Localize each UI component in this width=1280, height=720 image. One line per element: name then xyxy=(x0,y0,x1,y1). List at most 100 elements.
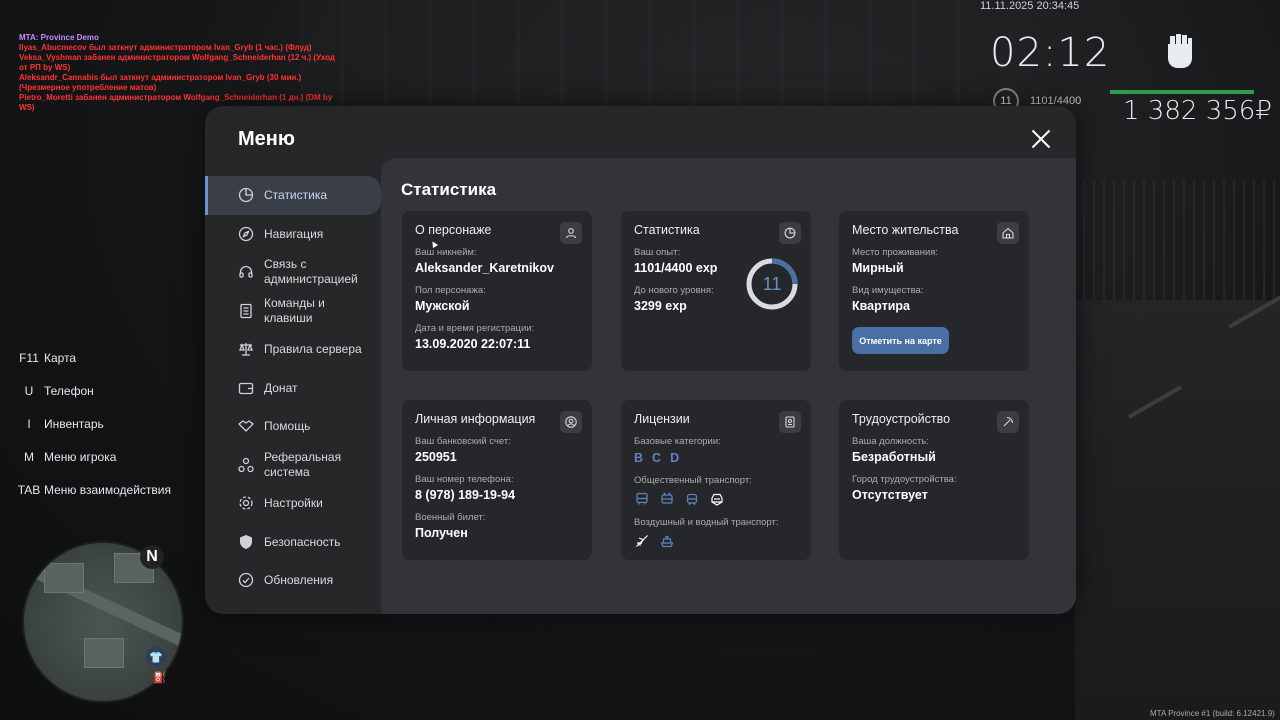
card-personal: Личная информация Ваш банковский счет: 2… xyxy=(402,400,592,560)
mark-on-map-button[interactable]: Отметить на карте xyxy=(852,327,949,354)
sidebar-item-label: Обновления xyxy=(264,573,334,588)
field-value: Квартира xyxy=(852,299,910,313)
sidebar-item-navigation[interactable]: Навигация xyxy=(205,215,381,254)
sidebar-item-label: Донат xyxy=(264,380,298,395)
close-button[interactable] xyxy=(1030,128,1052,150)
content-panel: Статистика О персонаже Ваш никнейм: Alek… xyxy=(381,158,1076,614)
card-title: Лицензии xyxy=(634,412,690,426)
keybind-key: U xyxy=(24,384,34,398)
menu-window: Меню Статистика Навигация Связь с админи… xyxy=(205,106,1076,614)
sidebar-item-label: Помощь xyxy=(264,419,311,434)
sidebar-item-label: Реферальная система xyxy=(264,449,342,479)
sidebar-item-statistics[interactable]: Статистика xyxy=(205,176,381,215)
keybind-label: Инвентарь xyxy=(44,417,104,431)
update-icon xyxy=(237,572,254,589)
keybind-key: I xyxy=(27,417,31,431)
build-info: MTA Province #1 (build: 6.12421.9) xyxy=(1150,709,1275,718)
sidebar-item-help[interactable]: Помощь xyxy=(205,407,381,446)
chat-line: Veksa_Vyshman забанен администратором Wo… xyxy=(19,53,335,72)
background-fence xyxy=(1075,180,1280,300)
license-categories: B C D xyxy=(634,451,798,465)
keybind-label: Меню игрока xyxy=(44,450,117,464)
card-title: Место жительства xyxy=(852,223,959,237)
card-title: О персонаже xyxy=(415,223,492,237)
field-value: Получен xyxy=(415,526,468,540)
keybind-key: TAB xyxy=(17,483,41,497)
field-label: Место проживания: xyxy=(852,247,939,258)
pie-chart-icon xyxy=(779,222,801,244)
wallet-icon xyxy=(237,379,254,396)
tram-icon xyxy=(684,491,700,507)
keybind-item: TAB Меню взаимодействия xyxy=(14,483,171,516)
sidebar-item-label: Команды и клавиши xyxy=(264,295,325,325)
public-transport-icons xyxy=(634,491,798,507)
keybind-label: Телефон xyxy=(44,384,94,398)
field-value: Отсутствует xyxy=(852,488,928,502)
sidebar-item-donate[interactable]: Донат xyxy=(205,369,381,408)
bus-icon xyxy=(634,491,650,507)
pie-chart-icon xyxy=(237,187,254,204)
menu-sidebar: Статистика Навигация Связь с администрац… xyxy=(205,176,381,600)
sidebar-item-label: Настройки xyxy=(264,496,323,511)
field-label: Ваш никнейм: xyxy=(415,247,477,258)
field-label: Город трудоустройства: xyxy=(852,474,957,485)
field-label: Базовые категории: xyxy=(634,436,721,447)
sidebar-item-label: Статистика xyxy=(264,188,328,203)
sidebar-item-commands[interactable]: Команды и клавиши xyxy=(205,292,381,331)
field-value: Мужской xyxy=(415,299,470,313)
hud-health-bar xyxy=(1110,90,1254,94)
chat-line: Aleksandr_Cannabis был заткнут администр… xyxy=(19,73,302,92)
sidebar-item-rules[interactable]: Правила сервера xyxy=(205,330,381,369)
card-licenses: Лицензии Базовые категории: B C D Общест… xyxy=(621,400,811,560)
sidebar-item-label: Безопасность xyxy=(264,534,341,549)
sidebar-item-contact-admin[interactable]: Связь с администрацией xyxy=(205,253,381,292)
chat-title: MTA: Province Demo xyxy=(19,33,99,42)
card-title: Трудоустройство xyxy=(852,412,951,426)
keybind-item: I Инвентарь xyxy=(14,417,171,450)
hud-clock: 02:12 xyxy=(990,30,1111,76)
field-value: 8 (978) 189-19-94 xyxy=(415,488,516,502)
sidebar-item-label: Правила сервера xyxy=(264,342,362,357)
compass-icon xyxy=(237,225,254,242)
card-title: Личная информация xyxy=(415,412,536,426)
keybind-item: M Меню игрока xyxy=(14,450,171,483)
sidebar-item-label: Связь с администрацией xyxy=(264,257,358,287)
sidebar-item-referral[interactable]: Реферальная система xyxy=(205,446,381,485)
field-value: 13.09.2020 22:07:11 xyxy=(415,337,531,351)
user-circle-icon xyxy=(560,411,582,433)
fuel-icon: ⛽ xyxy=(153,671,167,684)
field-value: 250951 xyxy=(415,450,457,464)
card-character: О персонаже Ваш никнейм: Aleksander_Kare… xyxy=(402,211,592,371)
sidebar-item-updates[interactable]: Обновления xyxy=(205,561,381,600)
menu-title: Меню xyxy=(238,128,295,150)
field-label: Ваш номер телефона: xyxy=(415,474,514,485)
keybind-key: F11 xyxy=(19,351,39,365)
field-label: Дата и время регистрации: xyxy=(415,323,535,334)
taxi-icon xyxy=(709,491,725,507)
field-label: Ваша должность: xyxy=(852,436,929,447)
field-value: Безработный xyxy=(852,450,936,464)
card-residence: Место жительства Место проживания: Мирны… xyxy=(839,211,1029,371)
hud-datetime: 11.11.2025 20:34:45 xyxy=(980,0,1080,12)
headset-icon xyxy=(237,264,254,281)
card-title: Статистика xyxy=(634,223,700,237)
field-label: Пол персонажа: xyxy=(415,285,486,296)
chat-log: MTA: Province Demo Ilyas_Abucmecov был з… xyxy=(19,33,339,113)
keybind-list: F11 Карта U Телефон I Инвентарь M Меню игрок… xyxy=(14,351,171,516)
keybind-item: U Телефон xyxy=(14,384,171,417)
field-label: Ваш банковский счет: xyxy=(415,436,511,447)
home-icon xyxy=(997,222,1019,244)
field-label: Военный билет: xyxy=(415,512,486,523)
sidebar-item-settings[interactable]: Настройки xyxy=(205,484,381,523)
document-icon xyxy=(237,302,254,319)
card-stats: Статистика Ваш опыт: 1101/4400 exp До но… xyxy=(621,211,811,371)
sidebar-item-label: Навигация xyxy=(264,226,324,241)
license-category: D xyxy=(670,451,680,465)
keybind-key: M xyxy=(24,450,34,464)
minimap-north: N xyxy=(140,545,164,569)
gear-icon xyxy=(237,495,254,512)
field-label: Общественный транспорт: xyxy=(634,475,752,486)
airplane-icon xyxy=(634,533,650,549)
boat-icon xyxy=(659,533,675,549)
sidebar-item-security[interactable]: Безопасность xyxy=(205,523,381,562)
